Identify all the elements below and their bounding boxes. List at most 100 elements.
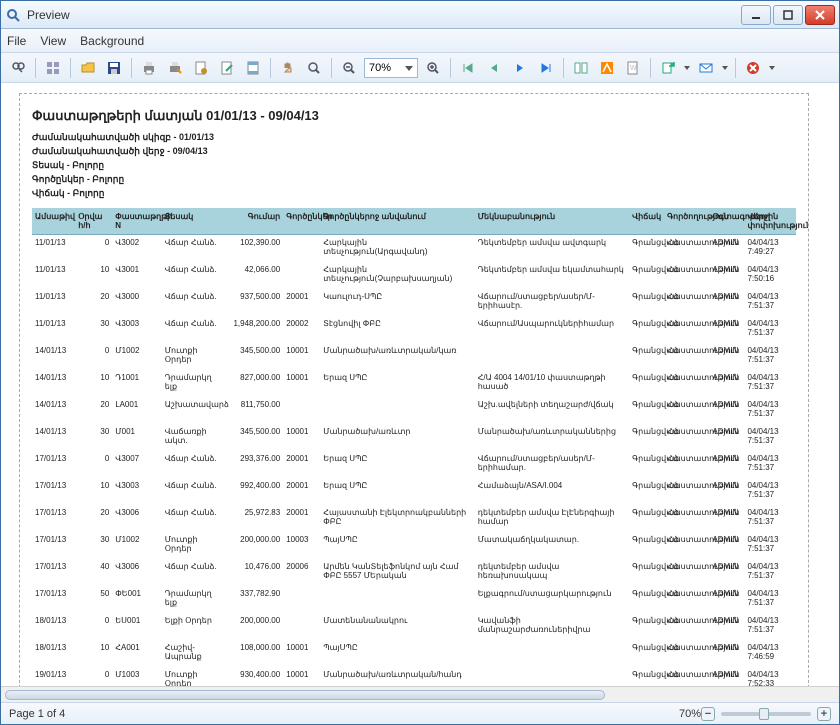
table-cell: 937,500.00 xyxy=(226,289,284,316)
table-cell: Հաստատություն xyxy=(664,424,709,451)
open-icon[interactable] xyxy=(77,57,99,79)
zoom-out-button[interactable]: − xyxy=(701,707,715,721)
table-cell xyxy=(283,397,320,424)
export-icon[interactable] xyxy=(657,57,679,79)
col-header: Վիճակ xyxy=(629,208,664,235)
exit-icon[interactable] xyxy=(742,57,764,79)
table-row: 14/01/130Մ1002Մուտքի Օրդեր345,500.001000… xyxy=(32,343,796,370)
table-cell: Մանրածախ/առևտր xyxy=(320,424,474,451)
col-header: Ամսաթիվ xyxy=(32,208,75,235)
zoom-in-icon[interactable] xyxy=(422,57,444,79)
table-cell: 17/01/13 xyxy=(32,586,75,613)
export-dropdown[interactable] xyxy=(683,57,691,79)
table-cell: Գրանցված xyxy=(629,559,664,586)
header-footer-icon[interactable] xyxy=(242,57,264,79)
quick-print-icon[interactable] xyxy=(164,57,186,79)
table-cell: Գրանցված xyxy=(629,532,664,559)
table-cell: 930,400.00 xyxy=(226,667,284,686)
maximize-button[interactable] xyxy=(773,5,803,25)
table-cell: 04/04/13 7:51:37 xyxy=(744,613,796,640)
table-cell: 17/01/13 xyxy=(32,505,75,532)
toolbar: 70% W xyxy=(1,53,839,83)
table-cell: 10001 xyxy=(283,424,320,451)
table-cell: Հաստատություն xyxy=(664,343,709,370)
table-cell: Հաստատություն xyxy=(664,289,709,316)
table-cell: 14/01/13 xyxy=(32,424,75,451)
menu-background[interactable]: Background xyxy=(80,34,144,48)
search-icon[interactable] xyxy=(7,57,29,79)
separator xyxy=(563,58,564,78)
zoom-combobox[interactable]: 70% xyxy=(364,58,418,78)
zoom-in-button[interactable]: + xyxy=(817,707,831,721)
table-cell: Կաուլուդ-ՍՊԸ xyxy=(320,289,474,316)
table-cell: Համաձայն/ASA/I.004 xyxy=(475,478,629,505)
toolbar-overflow[interactable] xyxy=(768,57,776,79)
table-cell: Հարկային տեսչություն(Արգավանդ) xyxy=(320,235,474,263)
print-icon[interactable] xyxy=(138,57,160,79)
email-dropdown[interactable] xyxy=(721,57,729,79)
last-page-icon[interactable] xyxy=(535,57,557,79)
email-icon[interactable] xyxy=(695,57,717,79)
next-page-icon[interactable] xyxy=(509,57,531,79)
hand-tool-icon[interactable] xyxy=(277,57,299,79)
horizontal-scrollbar[interactable] xyxy=(1,686,839,702)
table-cell: Մ1002 xyxy=(112,532,161,559)
table-cell: 20001 xyxy=(283,451,320,478)
table-cell: Կավանֆի մանրաշարժառուներիվրա xyxy=(475,613,629,640)
edit-page-icon[interactable] xyxy=(216,57,238,79)
table-cell: Վճարում/ստացբեր/ասեր/Մ-երիհասէր. xyxy=(475,289,629,316)
first-page-icon[interactable] xyxy=(457,57,479,79)
table-row: 17/01/1320Վ3006Վճար Հանձ.25,972.8320001Հ… xyxy=(32,505,796,532)
table-cell: 19/01/13 xyxy=(32,667,75,686)
table-cell: Մ1003 xyxy=(112,667,161,686)
table-cell: Հայաստանի Էլեկտրոակբանների ՓԲԸ xyxy=(320,505,474,532)
page-indicator: Page 1 of 4 xyxy=(9,708,65,720)
table-cell: 14/01/13 xyxy=(32,343,75,370)
svg-text:W: W xyxy=(630,65,637,72)
table-cell: 04/04/13 7:51:37 xyxy=(744,505,796,532)
table-cell: 14/01/13 xyxy=(32,397,75,424)
magnifier-icon[interactable] xyxy=(303,57,325,79)
table-cell: 04/04/13 7:51:37 xyxy=(744,559,796,586)
table-cell: Հաստատություն xyxy=(664,478,709,505)
table-cell xyxy=(283,586,320,613)
table-cell xyxy=(283,262,320,289)
table-cell: Վ3000 xyxy=(112,289,161,316)
table-cell: Մուտքի Օրդեր xyxy=(162,343,226,370)
page-area: Փաստաթղթերի մատյան 01/01/13 - 09/04/13 Ժ… xyxy=(1,83,839,686)
table-cell: 25,972.83 xyxy=(226,505,284,532)
table-cell: 04/04/13 7:51:37 xyxy=(744,532,796,559)
table-cell: Վճարում/Ասպարուկներիհամար xyxy=(475,316,629,343)
table-cell: 04/04/13 7:52:33 xyxy=(744,667,796,686)
minimize-button[interactable] xyxy=(741,5,771,25)
statusbar: Page 1 of 4 70% − + xyxy=(1,702,839,724)
table-cell: Գրանցված xyxy=(629,667,664,686)
zoom-slider-thumb[interactable] xyxy=(759,708,769,720)
table-cell: 0 xyxy=(75,613,112,640)
prev-page-icon[interactable] xyxy=(483,57,505,79)
table-cell: 10 xyxy=(75,640,112,667)
table-cell: 20001 xyxy=(283,289,320,316)
color-icon[interactable] xyxy=(596,57,618,79)
table-cell: 17/01/13 xyxy=(32,532,75,559)
zoom-slider[interactable] xyxy=(721,712,811,716)
table-cell: Վճար Հանձ. xyxy=(162,262,226,289)
table-cell: 20 xyxy=(75,289,112,316)
menu-file[interactable]: File xyxy=(7,34,26,48)
table-row: 14/01/1310Դ1001Դրամարկղ ելք827,000.00100… xyxy=(32,370,796,397)
table-cell: Հաշիվ-Ապրանք xyxy=(162,640,226,667)
table-cell: 04/04/13 7:51:37 xyxy=(744,451,796,478)
watermark-icon[interactable]: W xyxy=(622,57,644,79)
scrollbar-thumb[interactable] xyxy=(5,690,605,700)
table-cell: Տէցնովիլ ՓԲԸ xyxy=(320,316,474,343)
table-cell: ADMIN xyxy=(709,316,744,343)
page-setup-icon[interactable] xyxy=(190,57,212,79)
separator xyxy=(70,58,71,78)
menu-view[interactable]: View xyxy=(40,34,66,48)
zoom-out-icon[interactable] xyxy=(338,57,360,79)
table-cell: 0 xyxy=(75,451,112,478)
thumbnails-icon[interactable] xyxy=(42,57,64,79)
multipage-icon[interactable] xyxy=(570,57,592,79)
save-icon[interactable] xyxy=(103,57,125,79)
close-button[interactable] xyxy=(805,5,835,25)
